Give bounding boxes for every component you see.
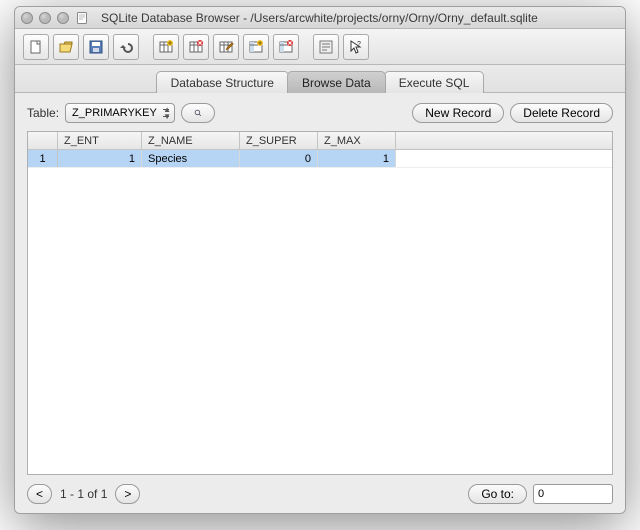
prev-page-button[interactable]: < bbox=[27, 484, 52, 504]
table-select[interactable]: Z_PRIMARYKEY ▲▼ bbox=[65, 103, 175, 123]
drop-table-button[interactable] bbox=[183, 34, 209, 60]
cell-z-max[interactable]: 1 bbox=[318, 150, 396, 167]
modify-table-button[interactable] bbox=[213, 34, 239, 60]
document-icon bbox=[75, 11, 89, 25]
whats-this-button[interactable]: ? bbox=[343, 34, 369, 60]
save-file-button[interactable] bbox=[83, 34, 109, 60]
undo-button[interactable] bbox=[113, 34, 139, 60]
goto-input[interactable] bbox=[533, 484, 613, 504]
toolbar: ? bbox=[15, 29, 625, 65]
grid-footer: < 1 - 1 of 1 > Go to: bbox=[27, 475, 613, 505]
cell-z-super[interactable]: 0 bbox=[240, 150, 318, 167]
titlebar: SQLite Database Browser - /Users/arcwhit… bbox=[15, 7, 625, 29]
window-controls bbox=[21, 12, 69, 24]
minimize-window-icon[interactable] bbox=[39, 12, 51, 24]
create-index-button[interactable] bbox=[243, 34, 269, 60]
close-window-icon[interactable] bbox=[21, 12, 33, 24]
data-grid[interactable]: Z_ENT Z_NAME Z_SUPER Z_MAX 1 1 Species 0… bbox=[27, 131, 613, 475]
browse-panel: Table: Z_PRIMARYKEY ▲▼ New Record Delete… bbox=[15, 93, 625, 513]
col-rownum[interactable] bbox=[28, 132, 58, 149]
col-z-super[interactable]: Z_SUPER bbox=[240, 132, 318, 149]
delete-record-button[interactable]: Delete Record bbox=[510, 103, 613, 123]
sql-log-button[interactable] bbox=[313, 34, 339, 60]
open-file-button[interactable] bbox=[53, 34, 79, 60]
table-row[interactable]: 1 1 Species 0 1 bbox=[28, 150, 612, 168]
row-number: 1 bbox=[28, 150, 58, 167]
app-window: SQLite Database Browser - /Users/arcwhit… bbox=[14, 6, 626, 514]
grid-header: Z_ENT Z_NAME Z_SUPER Z_MAX bbox=[28, 132, 612, 150]
cell-z-name[interactable]: Species bbox=[142, 150, 240, 167]
tabs: Database Structure Browse Data Execute S… bbox=[15, 65, 625, 93]
drop-index-button[interactable] bbox=[273, 34, 299, 60]
svg-text:?: ? bbox=[357, 41, 361, 48]
table-select-value: Z_PRIMARYKEY bbox=[72, 107, 157, 119]
col-z-max[interactable]: Z_MAX bbox=[318, 132, 396, 149]
cell-z-ent[interactable]: 1 bbox=[58, 150, 142, 167]
create-table-button[interactable] bbox=[153, 34, 179, 60]
new-file-button[interactable] bbox=[23, 34, 49, 60]
zoom-window-icon[interactable] bbox=[57, 12, 69, 24]
next-page-button[interactable]: > bbox=[115, 484, 140, 504]
table-label: Table: bbox=[27, 106, 59, 120]
col-z-ent[interactable]: Z_ENT bbox=[58, 132, 142, 149]
updown-icon: ▲▼ bbox=[163, 106, 171, 120]
tab-database-structure[interactable]: Database Structure bbox=[156, 71, 289, 93]
col-z-name[interactable]: Z_NAME bbox=[142, 132, 240, 149]
tab-browse-data[interactable]: Browse Data bbox=[287, 71, 386, 93]
goto-button[interactable]: Go to: bbox=[468, 484, 527, 504]
tab-execute-sql[interactable]: Execute SQL bbox=[384, 71, 485, 93]
window-title: SQLite Database Browser - /Users/arcwhit… bbox=[101, 11, 538, 25]
magnifier-icon bbox=[194, 106, 202, 120]
record-range: 1 - 1 of 1 bbox=[54, 487, 113, 501]
search-button[interactable] bbox=[181, 103, 215, 123]
new-record-button[interactable]: New Record bbox=[412, 103, 504, 123]
